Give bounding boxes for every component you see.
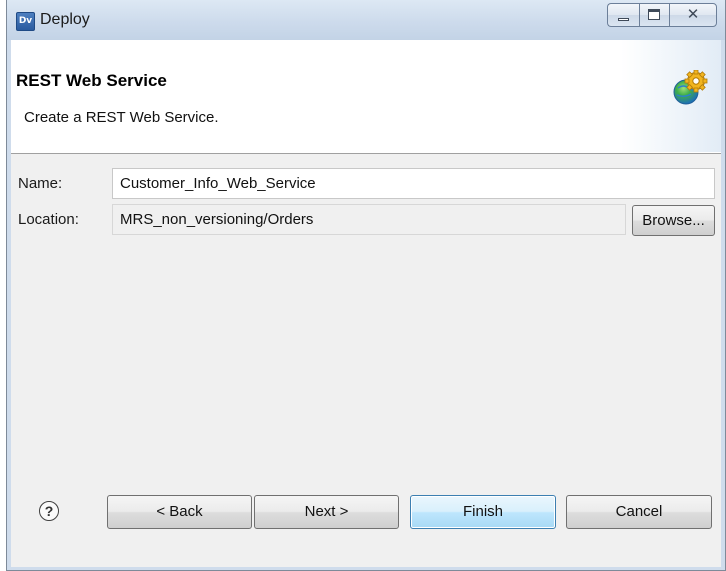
name-field[interactable]: Customer_Info_Web_Service [112, 168, 715, 199]
minimize-icon [618, 18, 629, 21]
name-label: Name: [18, 175, 63, 192]
browse-button[interactable]: Browse... [632, 205, 715, 236]
banner-graphic [621, 40, 721, 152]
close-button[interactable]: ✕ [669, 3, 717, 27]
maximize-button[interactable] [639, 3, 669, 27]
banner-title: REST Web Service [16, 71, 167, 90]
deploy-dialog-window: Dv Deploy ✕ REST Web Service Create a RE… [6, 0, 726, 571]
title-bar[interactable]: Dv Deploy ✕ [7, 0, 725, 40]
close-icon: ✕ [686, 6, 700, 23]
next-button[interactable]: Next > [254, 495, 399, 529]
globe-gear-icon [673, 70, 708, 105]
form-area: Name: Customer_Info_Web_Service Location… [11, 154, 721, 451]
location-field[interactable]: MRS_non_versioning/Orders [112, 204, 626, 235]
help-icon[interactable]: ? [39, 501, 59, 521]
finish-button[interactable]: Finish [410, 495, 556, 529]
banner-description: Create a REST Web Service. [24, 109, 219, 126]
wizard-banner: REST Web Service Create a REST Web Servi… [11, 40, 721, 154]
minimize-button[interactable] [607, 3, 639, 27]
window-controls: ✕ [607, 3, 717, 27]
cancel-button[interactable]: Cancel [566, 495, 712, 529]
wizard-footer: ? < Back Next > Finish Cancel [11, 451, 721, 567]
maximize-icon [648, 9, 660, 20]
location-label: Location: [18, 211, 79, 228]
back-button[interactable]: < Back [107, 495, 252, 529]
dialog-client-area: REST Web Service Create a REST Web Servi… [11, 40, 721, 567]
app-icon: Dv [16, 12, 35, 31]
window-title: Deploy [40, 11, 90, 28]
